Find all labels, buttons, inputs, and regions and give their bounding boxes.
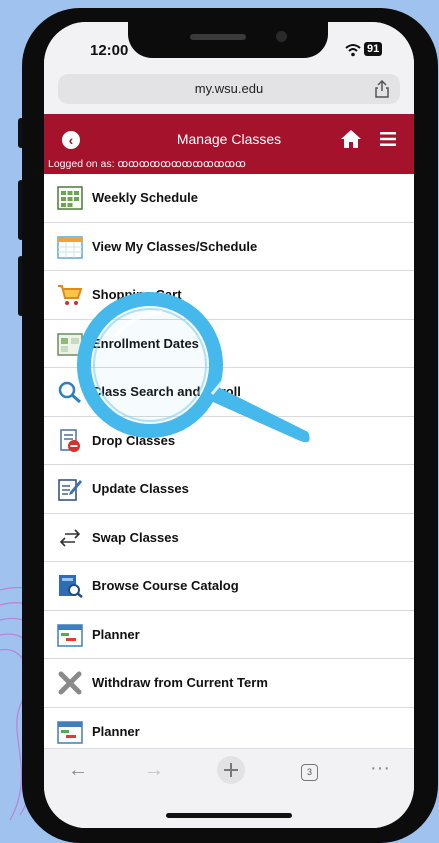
menu-item-label: Weekly Schedule [92, 190, 198, 205]
menu-item-withdraw[interactable]: Withdraw from Current Term [44, 659, 414, 708]
url-text: my.wsu.edu [194, 81, 264, 96]
search-icon [58, 381, 81, 404]
planner-icon [57, 720, 83, 744]
menu-item-weekly-schedule[interactable]: Weekly Schedule [44, 174, 414, 223]
menu-item-label: Drop Classes [92, 432, 176, 448]
back-arrow-icon[interactable]: ← [68, 759, 88, 782]
hamburger-menu-icon[interactable] [380, 132, 396, 146]
status-time: 12:00 [90, 42, 129, 59]
calendar-icon [57, 235, 83, 259]
address-bar[interactable]: my.wsu.edu [58, 74, 400, 104]
menu-item-label: View My Classes/Schedule [92, 238, 258, 254]
menu-item-class-search[interactable]: Class Search and Enroll [44, 368, 414, 417]
drop-classes-icon [60, 428, 80, 452]
menu-item-label: Planner [92, 723, 140, 739]
weekly-schedule-icon [57, 186, 83, 210]
more-options-icon[interactable]: ··· [370, 757, 390, 780]
logged-on-text: Logged on as: ꝏꝏꝏꝏꝏꝏꝏꝏꝏꝏꝏꝏ [48, 158, 246, 170]
menu-list: Weekly Schedule View My Classes/Schedule… [44, 174, 414, 756]
menu-item-label: Class Search and Enroll [92, 384, 241, 399]
wifi-icon [345, 44, 361, 57]
forward-arrow-icon[interactable]: → [144, 759, 164, 782]
new-tab-plus-icon[interactable] [216, 755, 246, 785]
browser-bottom-bar: ← → 3 ··· [44, 748, 414, 828]
menu-item-view-my-classes[interactable]: View My Classes/Schedule [44, 223, 414, 271]
update-classes-icon [58, 479, 82, 501]
menu-item-browse-course-catalog[interactable]: Browse Course Catalog [44, 562, 414, 611]
swap-arrows-icon [59, 528, 81, 547]
home-icon[interactable] [340, 129, 362, 149]
menu-item-label: Update Classes [92, 481, 189, 496]
page-header: ‹ Manage Classes Logged on as: ꝏꝏꝏꝏꝏꝏꝏꝏꝏ… [44, 114, 414, 174]
menu-item-label: Enrollment Dates [92, 335, 199, 351]
phone-notch [128, 22, 328, 58]
withdraw-x-icon [58, 671, 82, 695]
menu-item-shopping-cart[interactable]: Shopping Cart [44, 271, 414, 320]
tabs-count-button[interactable]: 3 [301, 764, 318, 781]
home-indicator [166, 813, 292, 818]
menu-item-enrollment-dates[interactable]: Enrollment Dates [44, 320, 414, 368]
notch-camera [276, 31, 287, 42]
menu-item-drop-classes[interactable]: Drop Classes [44, 417, 414, 465]
menu-item-label: Planner [92, 626, 140, 642]
enrollment-dates-icon [57, 332, 83, 356]
menu-item-label: Shopping Cart [92, 287, 182, 302]
menu-item-label: Swap Classes [92, 529, 179, 545]
menu-item-planner[interactable]: Planner [44, 611, 414, 659]
menu-item-label: Withdraw from Current Term [92, 675, 268, 690]
course-catalog-icon [59, 575, 83, 598]
planner-icon [57, 623, 83, 647]
browser-toolbar: my.wsu.edu [44, 68, 414, 114]
notch-speaker [190, 34, 246, 40]
share-icon[interactable] [374, 80, 390, 98]
menu-item-swap-classes[interactable]: Swap Classes [44, 514, 414, 562]
battery-indicator: 91 [364, 42, 383, 56]
shopping-cart-icon [58, 285, 83, 305]
menu-item-label: Browse Course Catalog [92, 578, 239, 593]
menu-item-update-classes[interactable]: Update Classes [44, 465, 414, 514]
phone-screen: 12:00 91 my.wsu.edu ‹ Manage Classes Log… [44, 22, 414, 828]
